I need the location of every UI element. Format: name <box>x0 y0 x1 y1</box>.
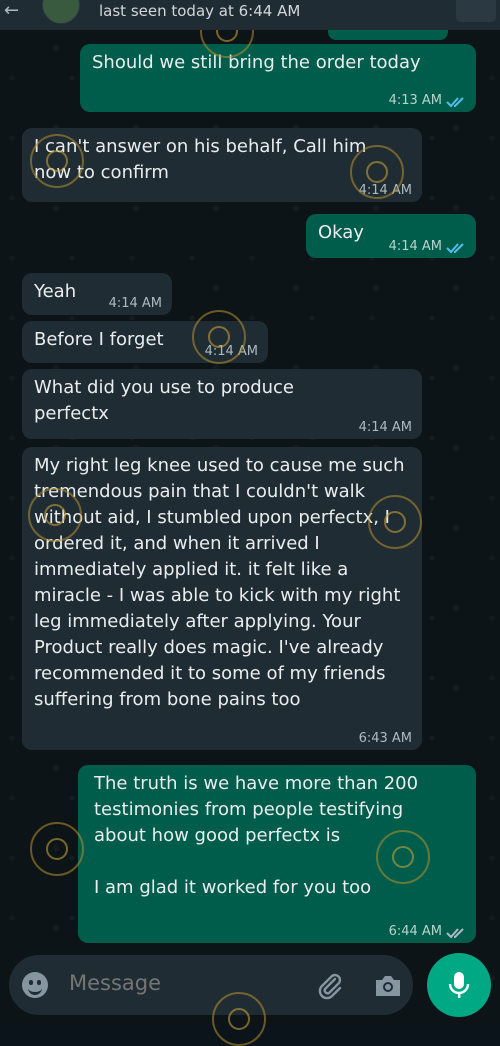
watermark-logo <box>30 134 84 188</box>
message-time: 4:14 AM <box>388 239 442 254</box>
message-time: 6:43 AM <box>358 731 412 746</box>
watermark-logo <box>376 830 430 884</box>
watermark-logo <box>212 992 266 1046</box>
chat-header[interactable]: ← last seen today at 6:44 AM <box>0 0 500 30</box>
message-outgoing[interactable]: Okay 4:14 AM <box>306 214 476 258</box>
back-arrow-icon[interactable]: ← <box>4 0 19 21</box>
double-check-icon <box>446 95 468 109</box>
double-check-icon <box>446 926 468 940</box>
message-outgoing[interactable]: Should we still bring the order today 4:… <box>80 44 476 112</box>
message-time: 4:14 AM <box>108 296 162 311</box>
watermark-logo <box>30 822 84 876</box>
message-text: Should we still bring the order today <box>92 52 421 73</box>
camera-icon[interactable] <box>373 972 403 1004</box>
watermark-logo <box>192 310 246 364</box>
message-time: 6:44 AM <box>388 924 442 939</box>
more-options-icon[interactable] <box>456 0 496 22</box>
message-input[interactable] <box>67 970 301 996</box>
last-seen-status: last seen today at 6:44 AM <box>99 2 301 20</box>
watermark-logo <box>368 495 422 549</box>
previous-message-edge <box>328 30 448 40</box>
double-check-icon <box>446 241 468 255</box>
message-composer <box>9 955 413 1015</box>
microphone-icon <box>448 972 470 998</box>
microphone-button[interactable] <box>427 953 491 1017</box>
message-text: What did you use to produce perfectx <box>34 377 295 424</box>
watermark-logo <box>350 145 404 199</box>
message-incoming[interactable]: My right leg knee used to cause me such … <box>22 447 422 750</box>
avatar[interactable] <box>42 0 80 24</box>
emoji-icon[interactable] <box>22 972 48 998</box>
watermark-logo <box>28 488 82 542</box>
message-time: 4:13 AM <box>388 93 442 108</box>
paperclip-icon[interactable] <box>315 971 345 1005</box>
message-incoming[interactable]: What did you use to produce perfectx 4:1… <box>22 369 422 439</box>
message-text: My right leg knee used to cause me such … <box>34 455 405 710</box>
message-time: 4:14 AM <box>358 420 412 435</box>
message-incoming[interactable]: Yeah 4:14 AM <box>22 273 172 315</box>
